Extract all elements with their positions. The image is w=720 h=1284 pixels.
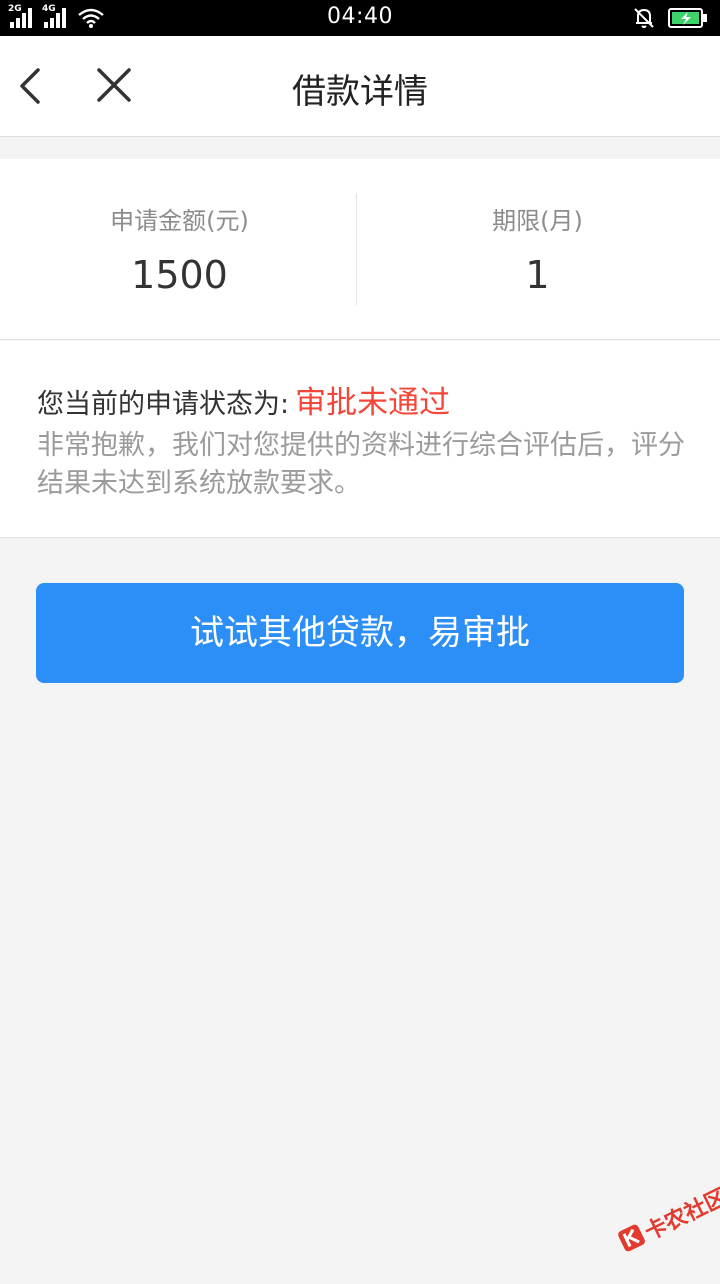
amount-block: 申请金额(元) 1500	[0, 159, 359, 339]
amount-value: 1500	[131, 253, 228, 297]
status-description: 非常抱歉，我们对您提供的资料进行综合评估后，评分结果未达到系统放款要求。	[37, 430, 685, 499]
term-label: 期限(月)	[492, 207, 583, 235]
watermark: 卡农社区	[600, 1164, 720, 1284]
column-divider	[356, 193, 357, 305]
amount-label: 申请金额(元)	[110, 207, 249, 235]
status-time: 04:40	[327, 4, 393, 29]
term-value: 1	[525, 253, 550, 297]
term-block: 期限(月) 1	[358, 159, 717, 339]
battery-charging-icon	[668, 8, 707, 28]
status-line: 您当前的申请状态为: 审批未通过	[37, 377, 450, 422]
loan-info-card: 申请金额(元) 1500 期限(月) 1	[0, 159, 720, 340]
try-other-loans-button[interactable]: 试试其他贷款，易审批	[36, 583, 684, 683]
application-status-card: 您当前的申请状态为: 审批未通过 非常抱歉，我们对您提供的资料进行综合评估后，评分…	[0, 341, 720, 538]
status-bar: 2G 4G 04:40	[0, 0, 720, 36]
status-prefix: 您当前的申请状态为:	[37, 389, 290, 420]
status-result: 审批未通过	[295, 385, 451, 421]
nav-header: 借款详情	[0, 36, 720, 137]
watermark-text: 卡农社区	[641, 1184, 720, 1246]
bell-muted-icon	[634, 8, 654, 28]
page-title: 借款详情	[292, 72, 428, 112]
